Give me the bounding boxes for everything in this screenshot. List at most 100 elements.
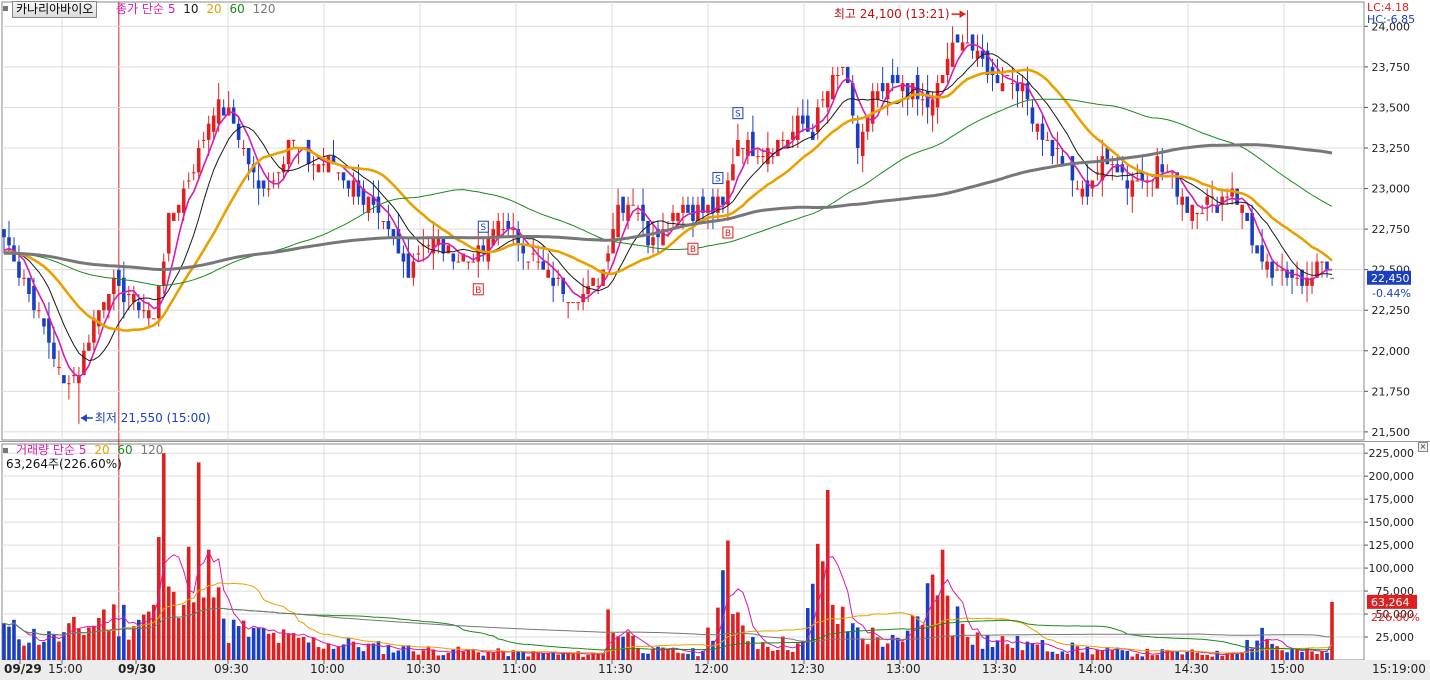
volume-bar (361, 651, 366, 660)
volume-bar (1200, 654, 1204, 660)
candle-body (880, 83, 885, 92)
volume-bar (940, 549, 945, 660)
volume-bar (411, 651, 416, 660)
candle-body (321, 164, 326, 166)
candle-body (216, 99, 221, 124)
candle-body (895, 75, 900, 84)
candle-body (441, 237, 446, 254)
volume-bar (1290, 649, 1294, 660)
volume-bar (102, 609, 106, 660)
high-annotation: 최고 24,100 (13:21) (834, 7, 950, 21)
candle-body (146, 310, 151, 319)
volume-bar (1055, 653, 1060, 660)
volume-bar (711, 640, 715, 660)
candle-body (1060, 156, 1065, 165)
volume-bar (975, 632, 980, 660)
candle-body (1010, 83, 1015, 85)
candle-body (835, 75, 840, 76)
volume-bar (67, 623, 71, 660)
volume-bar (955, 606, 960, 660)
volume-tick-label: 225,000 (1369, 447, 1415, 460)
candle-body (176, 204, 181, 213)
candle-body (266, 188, 271, 190)
candle-body (1160, 164, 1165, 173)
volume-bar (32, 628, 36, 660)
legend-period-5: 5 (167, 2, 176, 16)
candle-body (271, 180, 276, 182)
volume-bar (900, 641, 905, 660)
volume-bar (1030, 642, 1035, 660)
volume-tick-label: 25,000 (1376, 631, 1415, 644)
current-price-label: 22,450 (1371, 272, 1410, 285)
volume-bar (820, 561, 825, 660)
volume-bar (107, 630, 111, 660)
time-tick-label: 10:00 (310, 662, 345, 676)
volume-bar (546, 652, 550, 660)
candle-body (781, 139, 785, 141)
volume-bar (476, 652, 481, 660)
candle-body (391, 229, 396, 238)
candle-body (571, 302, 575, 304)
current-change-label: -0.44% (1372, 287, 1411, 300)
volume-tick-label: 100,000 (1369, 562, 1415, 575)
candle-body (576, 302, 580, 304)
stock-name-button[interactable]: 카나리아바이오 (12, 1, 98, 18)
candle-body (1275, 269, 1279, 271)
candle-body (141, 310, 146, 312)
volume-bar (536, 652, 540, 660)
volume-bar (326, 643, 331, 660)
candle-body (541, 261, 545, 270)
candle-body (261, 180, 266, 189)
candle-body (890, 75, 895, 84)
volume-bar (17, 639, 21, 660)
volume-bar (995, 640, 1000, 660)
candle-body (855, 123, 860, 148)
vol-legend-period-20: 20 (94, 443, 110, 457)
candle-body (651, 237, 655, 246)
volume-bar (146, 611, 151, 660)
candle-body (955, 34, 960, 43)
candle-body (1040, 123, 1045, 140)
volume-bar (396, 650, 401, 660)
volume-bar (1065, 653, 1070, 660)
candle-body (776, 139, 780, 157)
candle-body (1135, 180, 1140, 182)
volume-bar (1100, 650, 1105, 660)
volume-bar (736, 612, 740, 660)
candle-body (671, 212, 675, 221)
candle-body (27, 277, 31, 294)
legend-period-10: 10 (183, 2, 199, 16)
candle-body (606, 253, 610, 262)
volume-bar (416, 654, 421, 660)
volume-bar (366, 643, 371, 660)
volume-bar (251, 627, 256, 660)
candle-body (186, 180, 191, 182)
volume-bar (1255, 640, 1259, 660)
volume-bar (611, 632, 615, 660)
candle-body (965, 42, 970, 44)
volume-bar (516, 650, 521, 660)
volume-bar (246, 636, 251, 660)
candle-body (1245, 212, 1249, 221)
chart-frame (0, 1, 1430, 680)
candle-body (326, 156, 331, 173)
sell-marker-label: S (715, 175, 721, 185)
volume-bar (1060, 651, 1065, 660)
volume-bar (436, 655, 441, 660)
price-tick-label: 23,250 (1372, 142, 1411, 155)
candle-body (825, 91, 830, 108)
stock-chart[interactable]: 21,50021,75022,00022,25022,50022,75023,0… (0, 0, 1430, 680)
price-panel-close-icon[interactable]: × (1418, 442, 1428, 452)
candle-body (920, 99, 925, 101)
buy-marker-label: B (725, 229, 731, 239)
candle-body (501, 229, 506, 231)
volume-bar (316, 647, 321, 660)
candle-body (336, 172, 341, 174)
volume-panel-marker-icon (3, 448, 8, 453)
candle-body (696, 204, 700, 221)
candle-body (566, 302, 570, 304)
price-tick-label: 22,250 (1372, 304, 1411, 317)
volume-bar (766, 646, 770, 660)
volume-bar (1090, 654, 1095, 660)
volume-bar (776, 649, 780, 660)
